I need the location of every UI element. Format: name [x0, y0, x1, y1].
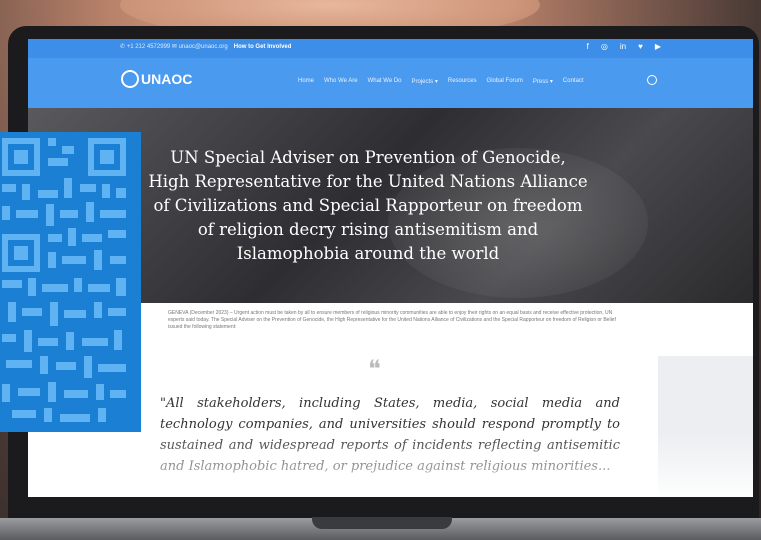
laptop-hinge-notch — [312, 517, 452, 529]
nav-item-global-forum[interactable]: Global Forum — [487, 78, 523, 85]
contact-info: ✆ +1 212 4572999 ✉ unaoc@unaoc.org How to… — [120, 43, 291, 50]
search-icon[interactable] — [647, 75, 657, 85]
youtube-icon[interactable]: ▶ — [655, 42, 661, 51]
contact-text: ✆ +1 212 4572999 ✉ unaoc@unaoc.org — [120, 44, 228, 50]
nav-menu: Home Who We Are What We Do Projects ▾ Re… — [298, 78, 584, 85]
qr-code — [0, 132, 141, 432]
main-navbar: UNAOC Home Who We Are What We Do Project… — [28, 58, 753, 108]
site-logo[interactable]: UNAOC — [121, 70, 192, 88]
fade-overlay — [28, 433, 753, 497]
qr-pattern — [2, 138, 126, 422]
linkedin-icon[interactable]: in — [620, 42, 626, 51]
quote-icon: ❝ — [368, 355, 381, 383]
article-intro: GENEVA (December 2023) – Urgent action m… — [168, 310, 616, 330]
twitter-icon[interactable]: ♥ — [638, 42, 643, 51]
nav-item-resources[interactable]: Resources — [448, 78, 477, 85]
page-title: UN Special Adviser on Prevention of Geno… — [148, 148, 588, 263]
nav-item-projects[interactable]: Projects ▾ — [412, 78, 438, 85]
nav-item-home[interactable]: Home — [298, 78, 314, 85]
nav-item-what-we-do[interactable]: What We Do — [368, 78, 402, 85]
top-contact-bar: ✆ +1 212 4572999 ✉ unaoc@unaoc.org How to… — [28, 39, 753, 58]
nav-item-contact[interactable]: Contact — [563, 78, 584, 85]
nav-item-press[interactable]: Press ▾ — [533, 78, 553, 85]
social-links: f ◎ in ♥ ▶ — [587, 42, 661, 51]
get-involved-link[interactable]: How to Get Involved — [234, 44, 292, 50]
nav-item-who-we-are[interactable]: Who We Are — [324, 78, 358, 85]
globe-icon — [121, 70, 139, 88]
facebook-icon[interactable]: f — [587, 42, 589, 51]
logo-text: UNAOC — [141, 71, 193, 87]
instagram-icon[interactable]: ◎ — [601, 42, 608, 51]
